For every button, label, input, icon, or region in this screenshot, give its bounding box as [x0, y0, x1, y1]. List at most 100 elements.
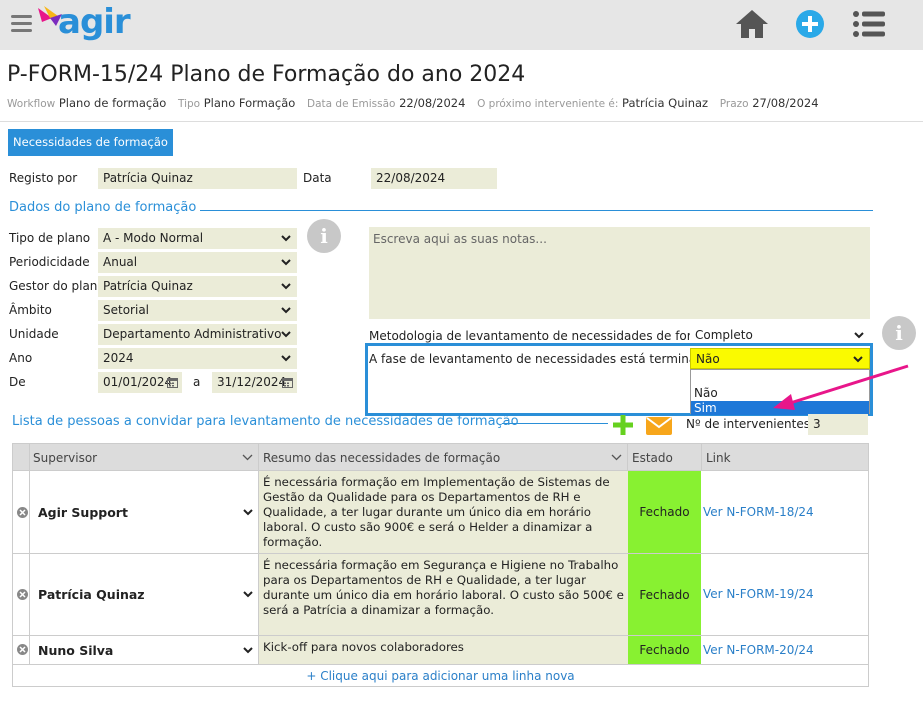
gestor-select[interactable]: Patrícia Quinaz: [98, 276, 297, 297]
meta-next-label: O próximo interveniente é:: [477, 98, 619, 110]
registo-field: Patrícia Quinaz: [98, 168, 297, 189]
hamburger-menu-icon[interactable]: [11, 15, 32, 33]
ano-select[interactable]: 2024: [98, 348, 297, 369]
table-header: Supervisor Resumo das necessidades de fo…: [12, 443, 869, 472]
meta-workflow-label: Workflow: [7, 98, 56, 110]
pointer-arrow: [773, 364, 909, 410]
meta-prazo-label: Prazo: [719, 98, 749, 110]
mail-icon[interactable]: [646, 417, 672, 435]
col-estado[interactable]: Estado: [628, 444, 702, 472]
page-title: P-FORM-15/24 Plano de Formação do ano 20…: [7, 62, 526, 87]
supervisor-name: Nuno Silva: [38, 643, 114, 658]
section-divider: [200, 210, 873, 211]
fase-label: A fase de levantamento de necessidades e…: [369, 352, 718, 366]
remove-row-icon[interactable]: [17, 507, 28, 518]
ambito-value: Setorial: [103, 303, 150, 317]
periodicidade-label: Periodicidade: [9, 255, 90, 269]
add-row-link[interactable]: + Clique aqui para adicionar uma linha n…: [12, 665, 869, 687]
supervisor-name: Agir Support: [38, 505, 128, 520]
tipo-plano-label: Tipo de plano: [9, 231, 91, 245]
meta-tipo-value: Plano Formação: [203, 96, 296, 110]
gestor-label: Gestor do plano: [9, 279, 105, 293]
supervisor-name: Patrícia Quinaz: [38, 587, 145, 602]
chevron-down-icon: [281, 307, 291, 314]
meta-tipo-label: Tipo: [177, 98, 201, 110]
calendar-icon[interactable]: [167, 377, 178, 388]
unidade-value: Departamento Administrativo: [103, 327, 282, 341]
data-field: 22/08/2024: [371, 168, 497, 189]
divider: [0, 121, 923, 122]
estado-cell: Fechado: [628, 554, 701, 635]
meta-next-value: Patrícia Quinaz: [622, 96, 709, 110]
tab-necessidades[interactable]: Necessidades de formação: [8, 129, 173, 156]
col-supervisor-label: Supervisor: [33, 451, 98, 465]
meta-emissao-label: Data de Emissão: [307, 98, 396, 110]
meta-workflow-value: Plano de formação: [58, 96, 167, 110]
chevron-down-icon: [281, 283, 291, 290]
ambito-select[interactable]: Setorial: [98, 300, 297, 321]
chevron-down-icon[interactable]: [243, 509, 253, 516]
tipo-plano-value: A - Modo Normal: [103, 231, 204, 245]
unidade-select[interactable]: Departamento Administrativo: [98, 324, 297, 345]
col-spacer: [13, 444, 30, 472]
notes-textarea[interactable]: Escreva aqui as suas notas...: [369, 227, 870, 319]
remove-row-icon[interactable]: [17, 589, 28, 600]
list-menu-icon[interactable]: [852, 10, 886, 38]
row-link[interactable]: Ver N-FORM-20/24: [703, 643, 814, 657]
logo-text: agir: [58, 2, 131, 42]
summary-cell[interactable]: É necessária formação em Segurança e Hig…: [259, 554, 628, 635]
metodologia-value: Completo: [695, 328, 753, 342]
document-meta: Workflow Plano de formação Tipo Plano Fo…: [7, 96, 827, 110]
col-resumo-label: Resumo das necessidades de formação: [263, 451, 501, 465]
ambito-label: Âmbito: [9, 303, 52, 317]
col-link[interactable]: Link: [702, 444, 868, 472]
chevron-down-icon: [281, 355, 291, 362]
tipo-plano-select[interactable]: A - Modo Normal: [98, 228, 297, 249]
add-circle-icon[interactable]: [795, 9, 825, 39]
chevron-down-icon: [854, 332, 864, 339]
registo-label: Registo por: [9, 171, 78, 185]
calendar-icon[interactable]: [282, 377, 293, 388]
chevron-down-icon: [611, 454, 622, 461]
list-divider: [502, 423, 608, 424]
col-supervisor[interactable]: Supervisor: [30, 444, 259, 472]
intervenientes-label: Nº de intervenientes: [686, 417, 810, 431]
gestor-value: Patrícia Quinaz: [103, 279, 193, 293]
ano-label: Ano: [9, 351, 33, 365]
row-link[interactable]: Ver N-FORM-19/24: [703, 587, 814, 601]
info-icon[interactable]: i: [307, 219, 341, 253]
row-link[interactable]: Ver N-FORM-18/24: [703, 505, 814, 519]
de-label: De: [9, 375, 26, 389]
estado-cell: Fechado: [628, 471, 701, 553]
periodicidade-value: Anual: [103, 255, 138, 269]
date-from-input[interactable]: 01/01/2024: [98, 372, 182, 393]
chevron-down-icon[interactable]: [243, 591, 253, 598]
section-title: Dados do plano de formação: [9, 200, 197, 215]
periodicidade-select[interactable]: Anual: [98, 252, 297, 273]
fase-value: Não: [696, 352, 720, 366]
add-person-icon[interactable]: [612, 414, 634, 436]
chevron-down-icon: [281, 235, 291, 242]
estado-cell: Fechado: [628, 636, 701, 664]
info-icon[interactable]: i: [882, 316, 916, 350]
remove-row-icon[interactable]: [17, 644, 28, 655]
table-row: Nuno Silva Kick-off para novos colaborad…: [12, 636, 869, 665]
summary-cell[interactable]: Kick-off para novos colaboradores: [259, 636, 628, 664]
data-label: Data: [303, 171, 332, 185]
col-resumo[interactable]: Resumo das necessidades de formação: [259, 444, 628, 472]
chevron-down-icon: [281, 331, 291, 338]
chevron-down-icon[interactable]: [243, 647, 253, 654]
home-icon[interactable]: [734, 8, 770, 40]
summary-cell[interactable]: É necessária formação em Implementação d…: [259, 471, 628, 553]
date-to-value: 31/12/2024: [217, 375, 287, 389]
top-bar: agir: [0, 0, 923, 50]
intervenientes-value: 3: [808, 414, 868, 435]
table-row: Agir Support É necessária formação em Im…: [12, 471, 869, 554]
meta-emissao-value: 22/08/2024: [399, 96, 466, 110]
list-title: Lista de pessoas a convidar para levanta…: [12, 414, 519, 429]
table-row: Patrícia Quinaz É necessária formação em…: [12, 554, 869, 636]
agir-logo[interactable]: agir: [36, 2, 131, 46]
date-from-value: 01/01/2024: [103, 375, 173, 389]
chevron-down-icon: [281, 259, 291, 266]
date-to-input[interactable]: 31/12/2024: [212, 372, 297, 393]
